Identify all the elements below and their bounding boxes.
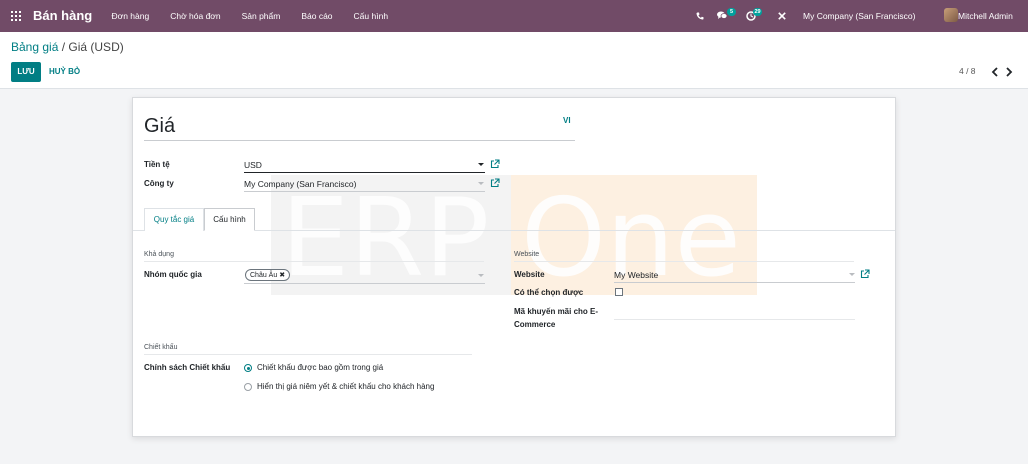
discard-button[interactable]: HUỶ BỎ xyxy=(49,62,80,82)
control-panel: Bảng giá / Giá (USD) LƯU HUỶ BỎ 4 / 8 xyxy=(0,32,1028,89)
selectable-label: Có thể chọn được xyxy=(514,288,584,297)
company-select[interactable]: My Company (San Francisco) xyxy=(244,179,356,189)
menu-item-configuration[interactable]: Cấu hình xyxy=(343,0,399,32)
company-switcher[interactable]: My Company (San Francisco) xyxy=(803,0,915,32)
chevron-left-icon[interactable] xyxy=(990,67,1000,77)
remove-tag-icon[interactable]: ✖ xyxy=(279,272,285,279)
menu-item-to-invoice[interactable]: Chờ hóa đơn xyxy=(160,0,231,32)
discount-section-divider xyxy=(144,354,472,355)
chevron-right-icon[interactable] xyxy=(1004,67,1014,77)
currency-label: Tiền tệ xyxy=(144,160,170,169)
company-label: Công ty xyxy=(144,179,174,188)
external-link-icon[interactable] xyxy=(860,269,870,279)
currency-select[interactable]: USD xyxy=(244,160,262,170)
avatar[interactable] xyxy=(944,8,958,22)
discount-section-title: Chiết khấu xyxy=(144,344,178,351)
language-button[interactable]: VI xyxy=(563,116,571,125)
menu-item-orders[interactable]: Đơn hàng xyxy=(101,0,160,32)
promo-code-label-line2: Commerce xyxy=(514,320,556,329)
close-icon[interactable] xyxy=(778,12,786,20)
app-name[interactable]: Bán hàng xyxy=(33,8,92,23)
tag-label: Châu Âu xyxy=(250,272,278,279)
website-label: Website xyxy=(514,270,545,279)
website-section-divider xyxy=(514,261,854,262)
breadcrumb-separator: / xyxy=(58,40,69,54)
breadcrumb-current: Giá (USD) xyxy=(68,40,124,54)
country-group-tag: Châu Âu ✖ xyxy=(245,269,291,281)
menu-item-products[interactable]: Sản phẩm xyxy=(231,0,291,32)
title-underline xyxy=(144,140,575,141)
tab-configuration[interactable]: Cấu hình xyxy=(204,208,255,231)
activities-badge: 29 xyxy=(753,8,762,16)
chevron-down-icon[interactable] xyxy=(478,182,484,185)
discount-policy-label: Chính sách Chiết khấu xyxy=(144,363,231,372)
chevron-down-icon[interactable] xyxy=(849,273,855,276)
messages-badge: 5 xyxy=(727,8,736,16)
external-link-icon[interactable] xyxy=(490,178,500,188)
tab-price-rules[interactable]: Quy tắc giá xyxy=(144,208,204,231)
discount-option-show-radio[interactable] xyxy=(244,383,252,391)
discount-option-show-label[interactable]: Hiển thị giá niêm yết & chiết khấu cho k… xyxy=(257,382,434,391)
external-link-icon[interactable] xyxy=(490,159,500,169)
website-underline xyxy=(614,282,855,283)
user-menu[interactable]: Mitchell Admin xyxy=(958,0,1013,32)
main-menu: Đơn hàng Chờ hóa đơn Sản phẩm Báo cáo Cấ… xyxy=(101,0,399,32)
website-section-title: Website xyxy=(514,251,540,258)
country-group-input[interactable] xyxy=(244,283,485,284)
pager-value[interactable]: 4 / 8 xyxy=(959,66,976,76)
discount-option-included-label[interactable]: Chiết khấu được bao gồm trong giá xyxy=(257,363,383,372)
selectable-checkbox[interactable] xyxy=(615,288,623,296)
chevron-down-icon[interactable] xyxy=(478,163,484,166)
website-select[interactable]: My Website xyxy=(614,270,658,280)
country-group-label: Nhóm quốc gia xyxy=(144,270,202,279)
company-underline xyxy=(244,191,485,192)
promo-code-label-line1: Mã khuyến mãi cho E- xyxy=(514,307,599,316)
breadcrumb-parent[interactable]: Bảng giá xyxy=(11,40,58,54)
form-sheet: ERP One Giá VI Tiền tệ USD Công ty My Co… xyxy=(132,97,896,437)
pricelist-name[interactable]: Giá xyxy=(144,115,175,138)
svg-text:ERP: ERP xyxy=(281,176,489,295)
save-button[interactable]: LƯU xyxy=(11,62,41,82)
discount-option-included-radio[interactable] xyxy=(244,364,252,372)
chevron-down-icon[interactable] xyxy=(478,274,484,277)
menu-item-reporting[interactable]: Báo cáo xyxy=(291,0,343,32)
apps-icon[interactable] xyxy=(11,11,21,21)
promo-code-input[interactable] xyxy=(614,319,855,320)
top-navbar: Bán hàng Đơn hàng Chờ hóa đơn Sản phẩm B… xyxy=(0,0,1028,32)
breadcrumb: Bảng giá / Giá (USD) xyxy=(11,40,124,54)
phone-icon[interactable] xyxy=(696,12,704,20)
currency-underline xyxy=(244,172,485,173)
chat-icon[interactable] xyxy=(717,11,727,20)
availability-section-divider xyxy=(144,261,484,262)
availability-section-title: Khả dụng xyxy=(144,251,174,258)
